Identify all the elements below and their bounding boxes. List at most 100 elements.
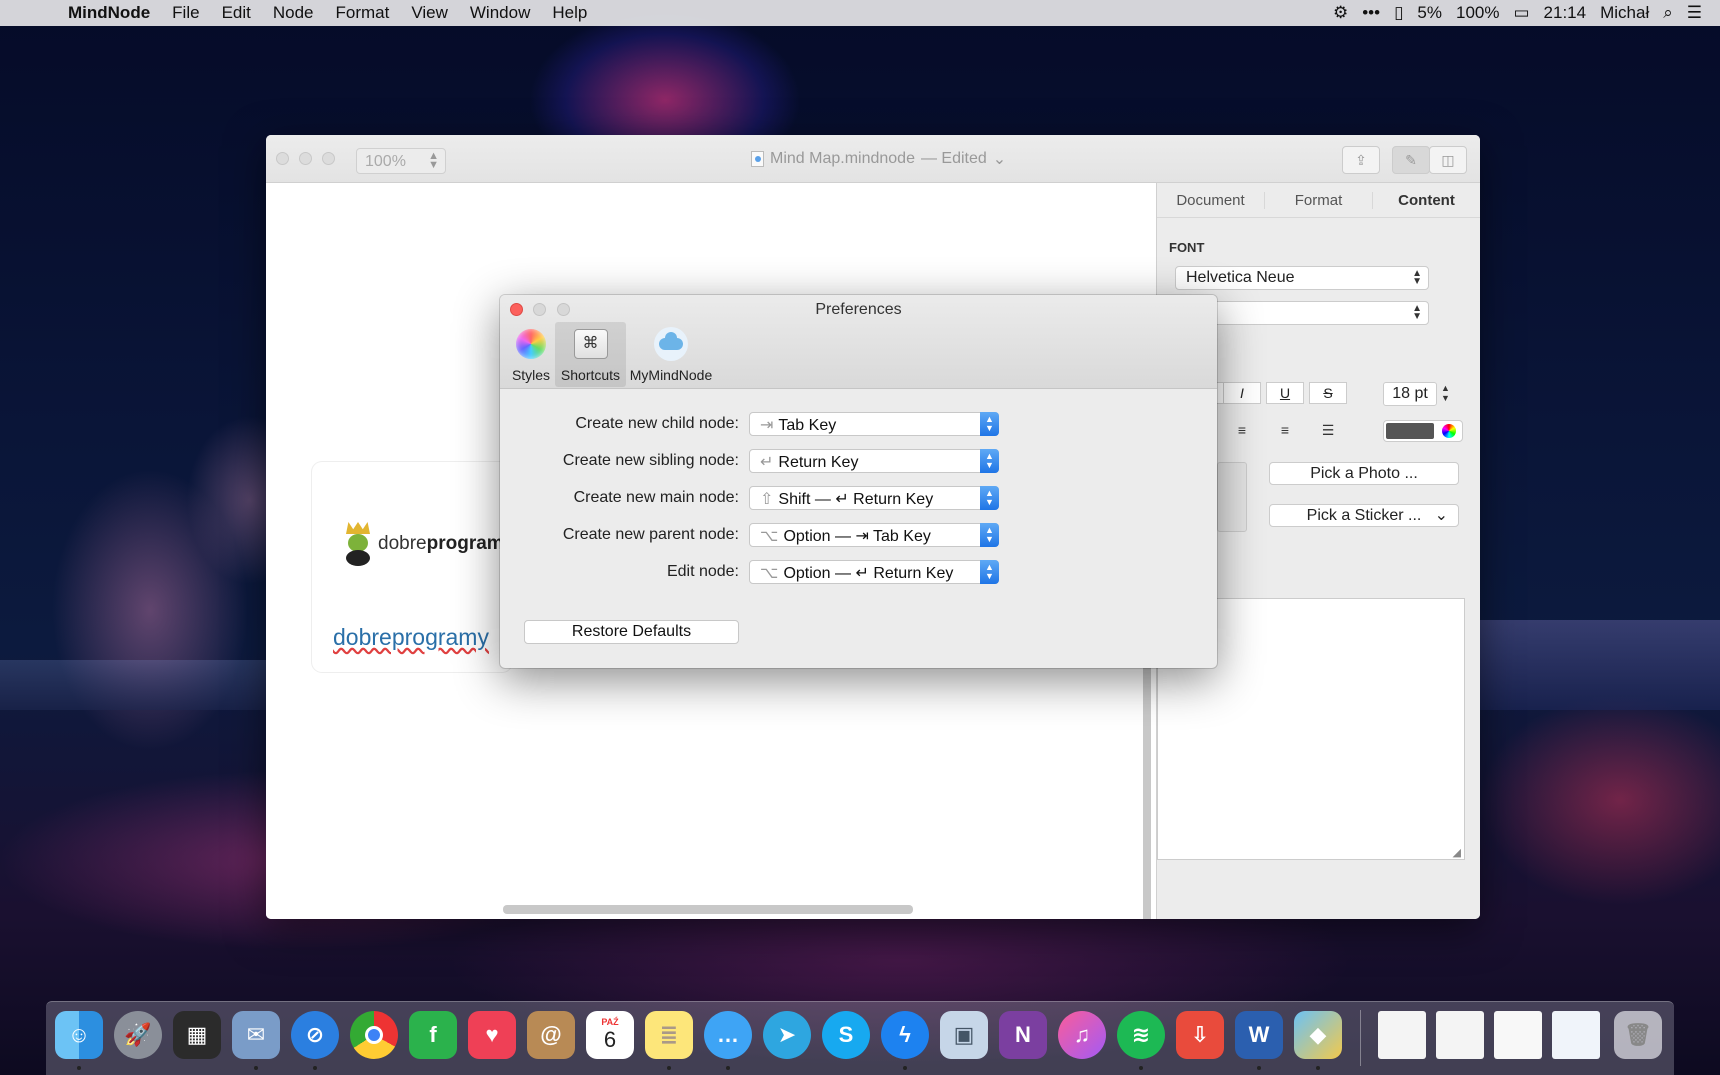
select-arrows-icon: ▲ ▼ [1412, 303, 1422, 322]
tab-shortcuts[interactable]: ⌘ Shortcuts [555, 322, 626, 387]
tab-document[interactable]: Document [1157, 191, 1265, 209]
trash-icon[interactable]: 🗑 [1614, 1011, 1662, 1059]
shortcut-row-child: Create new child node: ⇥ Tab Key ▲ ▼ [500, 412, 1217, 436]
pick-sticker-button[interactable]: Pick a Sticker ... ⌄ [1269, 504, 1459, 527]
contacts-icon[interactable]: @ [527, 1011, 575, 1059]
photo-booth-icon[interactable]: ▦ [173, 1011, 221, 1059]
document-thumbnail-icon[interactable] [1494, 1011, 1542, 1059]
finder-icon[interactable]: ☺ [55, 1011, 103, 1059]
pdf-icon[interactable]: ⇩ [1176, 1011, 1224, 1059]
restore-defaults-button[interactable]: Restore Defaults [524, 620, 739, 644]
word-icon[interactable]: W [1235, 1011, 1283, 1059]
menu-help[interactable]: Help [541, 3, 598, 23]
spotlight-search-icon[interactable]: ⌕ [1663, 3, 1673, 23]
tab-format[interactable]: Format [1265, 191, 1373, 209]
mindmap-node[interactable]: dobreprogram dobreprogramy [312, 462, 512, 672]
align-center-button[interactable]: ≡ [1223, 419, 1261, 441]
shortcut-select[interactable]: ⇧ Shift — ↵ Return Key ▲ ▼ [749, 486, 999, 510]
pick-photo-button[interactable]: Pick a Photo ... [1269, 462, 1459, 485]
node-image-logo: dobreprogram [342, 522, 504, 566]
document-name: Mind Map.mindnode [770, 150, 915, 167]
select-arrows-icon: ▲ ▼ [980, 486, 999, 510]
font-size-field[interactable]: 18 pt [1383, 382, 1437, 406]
mail-icon[interactable]: ✉ [232, 1011, 280, 1059]
wallpaper-city-left [0, 660, 270, 710]
running-indicator [1139, 1066, 1143, 1070]
select-arrows-icon: ▲ ▼ [980, 412, 999, 436]
messages-icon[interactable]: … [704, 1011, 752, 1059]
menu-edit[interactable]: Edit [211, 3, 262, 23]
text-color-well[interactable] [1383, 420, 1463, 442]
zoom-level-stepper[interactable]: 100% ▲ ▼ [356, 148, 446, 174]
skype-icon[interactable]: S [822, 1011, 870, 1059]
italic-button[interactable]: I [1223, 382, 1261, 404]
shortcut-row-main: Create new main node: ⇧ Shift — ↵ Return … [500, 486, 1217, 510]
font-family-select[interactable]: Helvetica Neue ▲ ▼ [1175, 266, 1429, 290]
shortcut-select[interactable]: ⌥ Option — ↵ Return Key ▲ ▼ [749, 560, 999, 584]
node-link-text[interactable]: dobreprogramy [333, 624, 489, 651]
menu-node[interactable]: Node [262, 3, 325, 23]
phone-battery-icon[interactable]: ▯ [1394, 3, 1403, 23]
menu-file[interactable]: File [161, 3, 210, 23]
shortcut-select[interactable]: ⇥ Tab Key ▲ ▼ [749, 412, 999, 436]
cloud-icon [654, 327, 688, 361]
resize-handle-icon[interactable]: ◢ [1453, 846, 1461, 859]
strikethrough-button[interactable]: S [1309, 382, 1347, 404]
feedly-icon[interactable]: f [409, 1011, 457, 1059]
zoom-button[interactable] [322, 152, 335, 165]
sidebar-toggle-button[interactable]: ◫ [1429, 146, 1467, 174]
itunes-icon[interactable]: ♫ [1058, 1011, 1106, 1059]
clock[interactable]: 21:14 [1544, 3, 1587, 23]
minimize-button[interactable] [299, 152, 312, 165]
launchpad-icon[interactable]: 🚀 [114, 1011, 162, 1059]
shortcut-select[interactable]: ↵ Return Key ▲ ▼ [749, 449, 999, 473]
notification-center-icon[interactable]: ☰ [1687, 3, 1702, 23]
menu-view[interactable]: View [400, 3, 459, 23]
font-size-stepper[interactable]: ▲ ▼ [1441, 383, 1450, 403]
messenger-icon[interactable]: ϟ [881, 1011, 929, 1059]
running-indicator [726, 1066, 730, 1070]
styles-icon [516, 329, 546, 359]
align-right-button[interactable]: ≡ [1266, 419, 1304, 441]
shortcut-label: Create new parent node: [562, 526, 739, 543]
window-title[interactable]: Mind Map.mindnode — Edited ⌄ [751, 149, 1006, 169]
align-justify-button[interactable]: ☰ [1309, 419, 1347, 441]
document-thumbnail-icon[interactable] [1552, 1011, 1600, 1059]
return-key-icon: ↵ [760, 454, 774, 471]
running-indicator [667, 1066, 671, 1070]
tab-mymindnode[interactable]: MyMindNode [628, 322, 714, 387]
tab-styles[interactable]: Styles [508, 322, 554, 387]
chrome-icon[interactable] [350, 1011, 398, 1059]
mindnode-icon[interactable]: ◆ [1294, 1011, 1342, 1059]
battery-icon[interactable]: ▭ [1513, 3, 1529, 23]
close-button[interactable] [276, 152, 289, 165]
shortcut-select[interactable]: ⌥ Option — ⇥ Tab Key ▲ ▼ [749, 523, 999, 547]
image-well[interactable] [1217, 462, 1247, 532]
inspector-style-button[interactable]: ✎ [1392, 146, 1430, 174]
underline-button[interactable]: U [1266, 382, 1304, 404]
preview-icon[interactable]: ▣ [940, 1011, 988, 1059]
menu-app-name[interactable]: MindNode [68, 3, 161, 23]
dropbox-icon[interactable]: ⚙ [1333, 3, 1348, 23]
calendar-icon[interactable]: PAŹ 6 [586, 1011, 634, 1059]
battery-percent[interactable]: 100% [1456, 3, 1499, 23]
tab-content[interactable]: Content [1373, 192, 1480, 209]
document-thumbnail-icon[interactable] [1378, 1011, 1426, 1059]
menu-window[interactable]: Window [459, 3, 541, 23]
document-thumbnail-icon[interactable] [1436, 1011, 1484, 1059]
user-name[interactable]: Michał [1600, 3, 1649, 23]
more-icon[interactable]: ••• [1362, 3, 1380, 23]
onenote-icon[interactable]: N [999, 1011, 1047, 1059]
menu-format[interactable]: Format [325, 3, 401, 23]
shortcut-row-parent: Create new parent node: ⌥ Option — ⇥ Tab … [500, 523, 1217, 547]
shortcut-label: Create new main node: [573, 489, 739, 506]
phone-battery-percent[interactable]: 5% [1417, 3, 1442, 23]
brush-icon: ✎ [1405, 151, 1417, 168]
share-button[interactable]: ⇪ [1342, 146, 1380, 174]
safari-icon[interactable]: ⊘ [291, 1011, 339, 1059]
telegram-icon[interactable]: ➤ [763, 1011, 811, 1059]
pocket-icon[interactable]: ♥ [468, 1011, 516, 1059]
horizontal-scrollbar[interactable] [503, 905, 913, 914]
spotify-icon[interactable]: ≋ [1117, 1011, 1165, 1059]
notes-icon[interactable]: ≣ [645, 1011, 693, 1059]
